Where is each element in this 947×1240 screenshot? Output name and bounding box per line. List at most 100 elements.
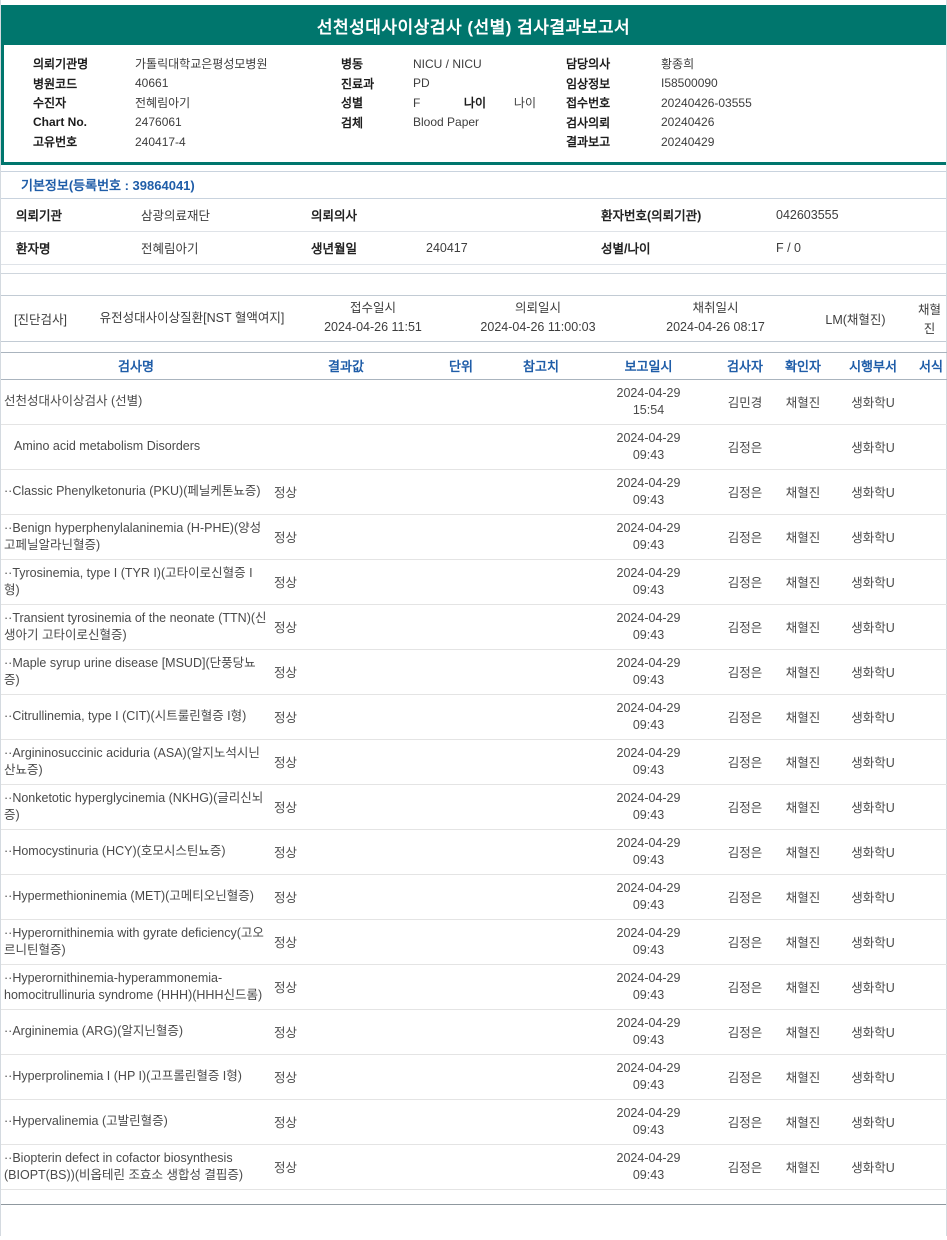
result-cell-confirmer: 채혈진 bbox=[774, 784, 832, 830]
field-label: 환자명 bbox=[16, 242, 51, 256]
result-cell-form bbox=[914, 1009, 947, 1055]
reported-datetime: 2024-04-29 09:43 bbox=[616, 655, 681, 687]
field-label: 나이 bbox=[463, 96, 486, 111]
patient-header-row: 병동 NICU / NICU bbox=[341, 54, 536, 74]
result-cell-name: ··Hyperornithinemia with gyrate deficien… bbox=[1, 919, 271, 965]
result-cell-tester: 김정은 bbox=[716, 829, 774, 875]
result-cell-name: ··Classic Phenylketonuria (PKU)(페닐케톤뇨증) bbox=[1, 469, 271, 515]
report-title: 선천성대사이상검사 (선별) 검사결과보고서 bbox=[316, 17, 631, 37]
result-cell-result: 정상 bbox=[271, 559, 421, 605]
result-cell-tester: 김정은 bbox=[716, 1099, 774, 1145]
result-cell-dept: 생화학U bbox=[832, 604, 914, 650]
field-value: 2024-04-26 11:00:03 bbox=[480, 320, 596, 334]
field-label: 결과보고 bbox=[566, 135, 611, 150]
result-cell-name: ··Hypermethioninemia (MET)(고메티오닌혈증) bbox=[1, 874, 271, 920]
result-cell-reported: 2024-04-29 15:54 bbox=[581, 379, 716, 425]
diagnostic-tag: [진단검사] bbox=[14, 312, 67, 327]
result-cell-name: ··Argininemia (ARG)(알지닌혈증) bbox=[1, 1009, 271, 1055]
field-label: 병원코드 bbox=[33, 76, 78, 91]
result-cell-result: 정상 bbox=[271, 784, 421, 830]
field-value: PD bbox=[413, 76, 430, 91]
field-value: 삼광의료재단 bbox=[141, 209, 211, 223]
result-cell-form bbox=[914, 829, 947, 875]
result-cell-form bbox=[914, 604, 947, 650]
result-cell-tester: 김정은 bbox=[716, 874, 774, 920]
result-cell-name: ··Transient tyrosinemia of the neonate (… bbox=[1, 604, 271, 650]
field-value: 2024-04-26 11:51 bbox=[324, 320, 422, 334]
basic-info-section: 기본정보(등록번호 : 39864041) 의뢰기관 삼광의료재단 의뢰의사 환자번호… bbox=[1, 170, 946, 265]
field-label: 의뢰기관명 bbox=[33, 57, 89, 72]
result-cell-tester: 김정은 bbox=[716, 784, 774, 830]
diagnostic-order-strip: [진단검사] 유전성대사이상질환[NST 혈액여지] 접수일시 2024-04-2… bbox=[1, 294, 946, 342]
result-cell-result: 정상 bbox=[271, 919, 421, 965]
reported-datetime: 2024-04-29 09:43 bbox=[616, 430, 681, 462]
result-cell-confirmer: 채혈진 bbox=[774, 919, 832, 965]
result-cell-ref bbox=[501, 1054, 581, 1100]
patient-header-row: 수진자 전혜림아기 bbox=[33, 93, 311, 113]
result-cell-result: 정상 bbox=[271, 1099, 421, 1145]
result-cell-confirmer: 채혈진 bbox=[774, 874, 832, 920]
results-column-header: 서식 bbox=[914, 351, 947, 380]
result-cell-form bbox=[914, 469, 947, 515]
result-cell-name: ··Citrullinemia, type I (CIT)(시트룰린혈증 I형) bbox=[1, 694, 271, 740]
result-cell-confirmer: 채혈진 bbox=[774, 649, 832, 695]
results-column-header: 확인자 bbox=[774, 351, 832, 380]
result-cell-unit bbox=[421, 874, 501, 920]
page-bottom-rule bbox=[1, 1203, 946, 1206]
result-cell-reported: 2024-04-29 09:43 bbox=[581, 784, 716, 830]
results-row: ··Biopterin defect in cofactor biosynthe… bbox=[1, 1144, 947, 1190]
field-label: 의뢰기관 bbox=[16, 209, 63, 223]
field-value: 042603555 bbox=[776, 207, 839, 222]
result-cell-tester: 김민경 bbox=[716, 379, 774, 425]
field-value: 240417 bbox=[426, 240, 468, 255]
result-cell-unit bbox=[421, 1054, 501, 1100]
results-column-header: 검사자 bbox=[716, 351, 774, 380]
result-cell-reported: 2024-04-29 09:43 bbox=[581, 874, 716, 920]
result-cell-ref bbox=[501, 964, 581, 1010]
reported-datetime: 2024-04-29 09:43 bbox=[616, 1060, 681, 1092]
field-value: NICU / NICU bbox=[413, 56, 482, 71]
result-cell-dept: 생화학U bbox=[832, 1144, 914, 1190]
result-cell-name: ··Biopterin defect in cofactor biosynthe… bbox=[1, 1144, 271, 1190]
result-cell-result bbox=[271, 379, 421, 425]
field-label: 채취일시 bbox=[692, 301, 739, 316]
result-cell-dept: 생화학U bbox=[832, 514, 914, 560]
header-divider bbox=[1, 161, 946, 165]
result-cell-ref bbox=[501, 694, 581, 740]
result-cell-reported: 2024-04-29 09:43 bbox=[581, 604, 716, 650]
reported-datetime: 2024-04-29 09:43 bbox=[616, 565, 681, 597]
basic-info-table: 의뢰기관 삼광의료재단 의뢰의사 환자번호(의뢰기관) 042603555 환자명 전혜림아… bbox=[1, 199, 946, 265]
results-row: ··Hyperornithinemia with gyrate deficien… bbox=[1, 919, 947, 965]
result-cell-confirmer: 채혈진 bbox=[774, 604, 832, 650]
result-cell-ref bbox=[501, 379, 581, 425]
result-cell-result: 정상 bbox=[271, 1054, 421, 1100]
field-label: 고유번호 bbox=[33, 135, 78, 150]
result-cell-reported: 2024-04-29 09:43 bbox=[581, 829, 716, 875]
results-row: ··Nonketotic hyperglycinemia (NKHG)(글리신뇌… bbox=[1, 784, 947, 830]
result-cell-reported: 2024-04-29 09:43 bbox=[581, 1144, 716, 1190]
result-cell-result bbox=[271, 424, 421, 470]
result-cell-form bbox=[914, 694, 947, 740]
result-cell-reported: 2024-04-29 09:43 bbox=[581, 1054, 716, 1100]
result-cell-form bbox=[914, 1144, 947, 1190]
result-cell-ref bbox=[501, 829, 581, 875]
result-cell-tester: 김정은 bbox=[716, 649, 774, 695]
patient-header-middle-column: 병동 NICU / NICU 진료과 PD 성별 F 나이 나이 검체 Blood Paper bbox=[311, 54, 536, 152]
patient-header-row: 결과보고 20240429 bbox=[566, 132, 946, 152]
result-cell-dept: 생화학U bbox=[832, 1099, 914, 1145]
result-cell-ref bbox=[501, 739, 581, 785]
result-cell-dept: 생화학U bbox=[832, 1009, 914, 1055]
result-cell-ref bbox=[501, 514, 581, 560]
patient-header-left-column: 의뢰기관명 가톨릭대학교은평성모병원 병원코드 40661 수진자 전혜림아기 Chart … bbox=[4, 54, 311, 152]
field-label: 병동 bbox=[341, 57, 364, 72]
diagnostic-datetime-columns: 접수일시 2024-04-26 11:51 의뢰일시 2024-04-26 11:00… bbox=[303, 299, 798, 337]
diagnostic-datetime-column: 채취일시 2024-04-26 08:17 bbox=[633, 299, 798, 337]
reported-datetime: 2024-04-29 15:54 bbox=[616, 385, 681, 417]
results-row: ··Hypermethioninemia (MET)(고메티오닌혈증) 정상 202… bbox=[1, 874, 947, 920]
reported-datetime: 2024-04-29 09:43 bbox=[616, 970, 681, 1002]
result-cell-dept: 생화학U bbox=[832, 874, 914, 920]
result-cell-name: ··Homocystinuria (HCY)(호모시스틴뇨증) bbox=[1, 829, 271, 875]
result-cell-dept: 생화학U bbox=[832, 649, 914, 695]
result-cell-ref bbox=[501, 469, 581, 515]
result-cell-result: 정상 bbox=[271, 649, 421, 695]
